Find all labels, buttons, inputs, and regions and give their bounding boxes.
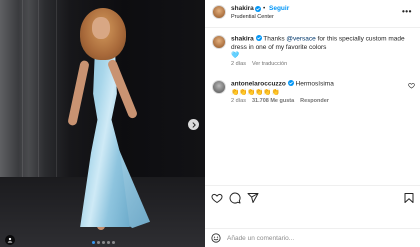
share-icon — [247, 193, 259, 203]
post-header: shakira • Seguir Prudential Center ••• — [205, 0, 420, 28]
carousel-dot — [102, 241, 105, 244]
caption-text-start: Thanks — [263, 35, 287, 43]
verified-badge-icon — [255, 5, 261, 12]
post-photo[interactable] — [0, 0, 205, 247]
verified-badge-icon — [255, 35, 262, 41]
avatar[interactable] — [212, 5, 226, 19]
comment-text: Hermosísima — [295, 80, 334, 88]
chevron-right-icon — [192, 121, 196, 128]
caption-author-username[interactable]: shakira — [231, 36, 254, 43]
carousel-dot — [92, 241, 95, 244]
caption-age[interactable]: 2 días — [231, 61, 246, 67]
bookmark-icon — [404, 193, 414, 203]
follow-button[interactable]: Seguir — [269, 5, 289, 12]
share-button[interactable] — [247, 192, 259, 204]
comment-like-heart-icon[interactable] — [408, 82, 415, 89]
comment-likes[interactable]: 31.708 Me gusta — [252, 98, 294, 104]
save-button[interactable] — [403, 192, 415, 204]
user-tag-icon — [7, 237, 13, 243]
caption-meta: 2 días Ver traducción — [231, 61, 287, 67]
face — [92, 17, 110, 39]
comment-author-username[interactable]: antonelaroccuzzo — [231, 81, 286, 88]
comment-meta: 2 días 31.708 Me gusta Responder — [231, 98, 329, 104]
caption-mention[interactable]: @versace — [286, 36, 315, 43]
carousel-indicator — [92, 241, 115, 244]
add-comment-bar — [205, 228, 420, 247]
post-location[interactable]: Prudential Center — [231, 14, 274, 20]
heart-icon — [211, 193, 223, 204]
carousel-dot — [97, 241, 100, 244]
comment-avatar[interactable] — [212, 80, 226, 94]
post-side-panel: shakira • Seguir Prudential Center ••• s… — [205, 0, 420, 247]
arm-left — [67, 59, 90, 127]
more-options-button[interactable]: ••• — [402, 7, 412, 16]
separator-dot: • — [263, 5, 266, 12]
user-tag-button[interactable] — [5, 235, 15, 245]
carousel-dot — [112, 241, 115, 244]
next-photo-button[interactable] — [188, 119, 199, 130]
carousel-dot — [107, 241, 110, 244]
comment-emojis: 👏👏👏👏👏👏 — [231, 88, 280, 96]
comment-age[interactable]: 2 días — [231, 98, 246, 104]
emoji-icon[interactable] — [211, 233, 221, 243]
verified-badge-icon — [287, 80, 294, 86]
comment: antonelaroccuzzo Hermosísima 👏👏👏👏👏👏 — [231, 80, 401, 97]
comment-button[interactable] — [229, 192, 241, 204]
action-bar — [205, 185, 420, 209]
reply-button[interactable]: Responder — [300, 98, 329, 104]
see-translation-link[interactable]: Ver traducción — [252, 61, 287, 67]
comment-input[interactable] — [227, 232, 407, 244]
caption: shakira Thanks @versace for this special… — [231, 35, 415, 60]
comment-icon — [229, 192, 241, 204]
post-author-username[interactable]: shakira — [231, 5, 254, 12]
like-button[interactable] — [211, 192, 223, 204]
caption-emoji: 🩵 — [231, 51, 240, 59]
caption-avatar[interactable] — [212, 35, 226, 49]
